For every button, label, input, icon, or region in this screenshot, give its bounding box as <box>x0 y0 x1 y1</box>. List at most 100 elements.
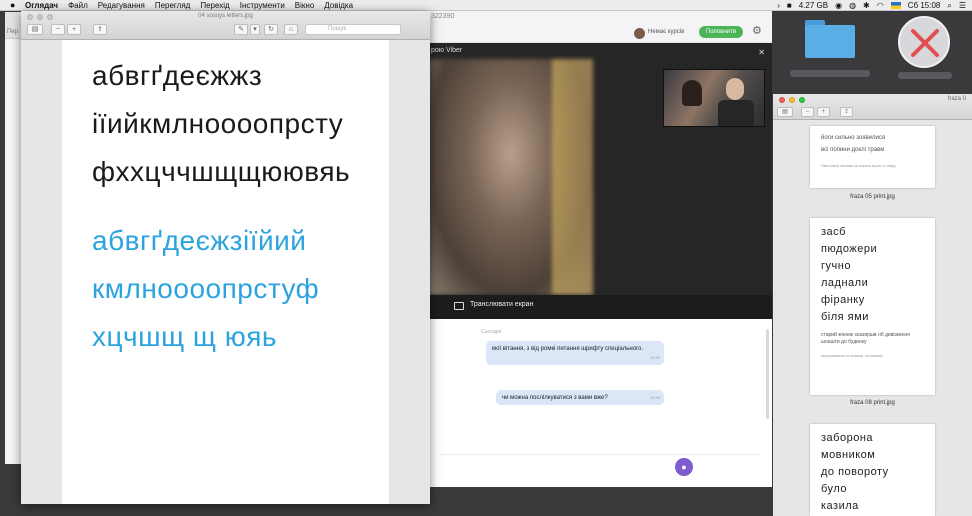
preview-titlebar: 04 sosuys letters.jpg ▤ − + ⇪ ✎ ▾ ↻ ⌂ По… <box>21 11 430 40</box>
blue-letters-line-2: кмлноооопрстуф <box>92 273 320 304</box>
video-call-area: рою Viber ✕ Транслювати екран <box>428 43 772 319</box>
black-letters-line-1: абвгґдеєжжз <box>92 60 263 91</box>
menu-list: Оглядач Файл Редагування Перегляд Перехі… <box>25 0 353 11</box>
preview-canvas: абвгґдеєжжз іїийкмлноооопрсту фхxцччшщщю… <box>21 40 430 504</box>
screen-share-icon[interactable] <box>454 302 464 310</box>
thumbnail-caption: fraza 08 print.jpg <box>850 400 895 406</box>
thumb-line: всі попини доклі травм <box>821 147 885 153</box>
desktop-app-icon[interactable] <box>898 16 950 68</box>
wifi-icon[interactable]: ◠ <box>877 0 884 11</box>
viber-window: 322390 Немає курсів Поповнити ⚙ рою Vibe… <box>428 11 772 487</box>
minimize-window-button[interactable] <box>789 97 795 103</box>
remote-video-feed <box>428 59 593 295</box>
chevron-right-icon[interactable]: › <box>777 0 780 11</box>
search-input[interactable]: Пошук <box>305 24 401 35</box>
close-icon[interactable]: ✕ <box>758 45 765 60</box>
menu-window[interactable]: Вікно <box>295 0 314 11</box>
screen-share-button[interactable]: Транслювати екран <box>470 301 533 308</box>
thumb-word: пюдожери <box>821 243 878 255</box>
blue-letters-line-1: абвгґдеєжзіїйий <box>92 225 307 256</box>
black-letters-line-3: фхxцччшщщюювяь <box>92 156 351 187</box>
blue-letters-line-3: хцчшщ щ юяь <box>92 321 277 352</box>
app-icon[interactable]: ◍ <box>849 0 856 11</box>
thumb-word: біля ями <box>821 311 869 323</box>
window-title: fraza 0 <box>947 96 966 102</box>
thumb-word: засб <box>821 226 846 238</box>
thumb-word: фіранку <box>821 294 865 306</box>
thumb-word: мовником <box>821 449 876 461</box>
window-title: 04 sosuys letters.jpg <box>198 13 253 19</box>
gear-icon[interactable]: ⚙ <box>752 24 762 37</box>
menu-help[interactable]: Довідка <box>324 0 353 11</box>
message-bubble[interactable]: чи можна послілкуватися з вами вже? 14:5… <box>496 390 664 405</box>
share-icon[interactable]: ⇪ <box>93 24 107 35</box>
zoom-out-button[interactable]: − <box>801 107 814 117</box>
video-controls: Транслювати екран <box>428 295 772 319</box>
skype-icon[interactable]: ◉ <box>835 0 842 11</box>
menu-edit[interactable]: Редагування <box>98 0 145 11</box>
clock-label[interactable]: Сб 15:08 <box>908 0 941 11</box>
fraza-titlebar: fraza 0 ▤ − + ⇪ <box>773 94 972 120</box>
thumb-small-text: Гава нияня ласиква на сижала ксуна, тс п… <box>821 164 896 168</box>
spotlight-search-icon[interactable]: ⌕ <box>947 0 951 11</box>
status-area: › ■ 4.27 GB ◉ ◍ ✱ ◠ Сб 15:08 ⌕ ☰ <box>777 0 966 11</box>
chat-scrollbar[interactable] <box>766 329 769 419</box>
menu-app-name[interactable]: Оглядач <box>25 0 58 11</box>
markup-pen-icon[interactable]: ✎ <box>234 24 248 35</box>
background-window-label: Пер <box>7 29 18 35</box>
background-window-toolbar: Пер <box>5 12 22 39</box>
desktop-folder-icon[interactable] <box>805 20 855 58</box>
close-window-button[interactable] <box>779 97 785 103</box>
chevron-down-icon[interactable]: ▾ <box>250 24 260 35</box>
microphone-icon[interactable]: ● <box>675 458 693 476</box>
ukraine-flag-icon[interactable] <box>890 2 901 9</box>
viber-topbar: 322390 Немає курсів Поповнити ⚙ <box>428 11 772 43</box>
menu-go[interactable]: Перехід <box>200 0 229 11</box>
menu-view[interactable]: Перегляд <box>155 0 191 11</box>
zoom-window-button[interactable] <box>799 97 805 103</box>
sidebar-toggle-button[interactable]: ▤ <box>777 107 793 117</box>
window-controls <box>779 97 805 103</box>
image-page: абвгґдеєжжз іїийкмлноооопрсту фхxцччшщщю… <box>62 40 389 504</box>
rotate-icon[interactable]: ↻ <box>264 24 278 35</box>
toolbox-icon[interactable]: ⌂ <box>284 24 298 35</box>
message-input-divider <box>439 454 759 455</box>
zoom-out-button[interactable]: − <box>51 24 65 35</box>
self-video-pip[interactable] <box>663 69 765 127</box>
bluetooth-icon[interactable]: ✱ <box>863 0 870 11</box>
phone-number: 322390 <box>431 13 455 20</box>
thumb-tiny-text: вирькувазкини за гомсиця тиц виалкрі <box>821 354 883 358</box>
thumb-word: ладнали <box>821 277 869 289</box>
message-text: чи можна послілкуватися з вами вже? <box>502 395 608 401</box>
thumbnail-fraza-next[interactable]: заборона мовником до повороту було казил… <box>810 424 935 516</box>
thumb-word: до повороту <box>821 466 889 478</box>
black-letters-line-2: іїийкмлноооопрсту <box>92 108 344 139</box>
top-up-button[interactable]: Поповнити <box>699 26 743 38</box>
notification-center-icon[interactable]: ☰ <box>959 0 966 11</box>
zoom-in-button[interactable]: + <box>67 24 81 35</box>
menu-file[interactable]: Файл <box>68 0 88 11</box>
thumb-word: казила <box>821 500 859 512</box>
storage-label[interactable]: 4.27 GB <box>799 0 828 11</box>
menu-bar: ● Оглядач Файл Редагування Перегляд Пере… <box>0 0 972 11</box>
share-icon[interactable]: ⇪ <box>840 107 853 117</box>
storage-icon[interactable]: ■ <box>787 0 792 11</box>
video-header-label: рою Viber <box>431 47 463 54</box>
message-bubble[interactable]: мої вітання, з від ромкі питання шрифту … <box>486 341 664 365</box>
apple-menu-icon[interactable]: ● <box>10 0 15 11</box>
thumb-small-text: старий жінник сказяршв нб дивізикння шоа… <box>821 332 910 345</box>
sidebar-toggle-button[interactable]: ▤ <box>27 24 43 35</box>
thumb-line: йоги сильно зоявилися <box>821 135 886 141</box>
thumb-word: гучно <box>821 260 851 272</box>
user-avatar[interactable] <box>634 28 645 39</box>
thumb-word: заборона <box>821 432 874 444</box>
zoom-in-button[interactable]: + <box>817 107 830 117</box>
menu-tools[interactable]: Інструменти <box>240 0 285 11</box>
thumbnail-fraza-08[interactable]: засб пюдожери гучно ладнали фіранку біля… <box>810 218 935 395</box>
desktop-app-label-redacted[interactable] <box>898 72 952 79</box>
thumbnail-fraza-05[interactable]: йоги сильно зоявилися всі попини доклі т… <box>810 126 935 188</box>
desktop-folder-label-redacted[interactable] <box>790 70 870 77</box>
message-time: 14:55 <box>649 355 660 360</box>
preview-window-fraza: fraza 0 ▤ − + ⇪ йоги сильно зоявилися вс… <box>773 94 972 516</box>
video-header: рою Viber ✕ <box>428 43 772 58</box>
